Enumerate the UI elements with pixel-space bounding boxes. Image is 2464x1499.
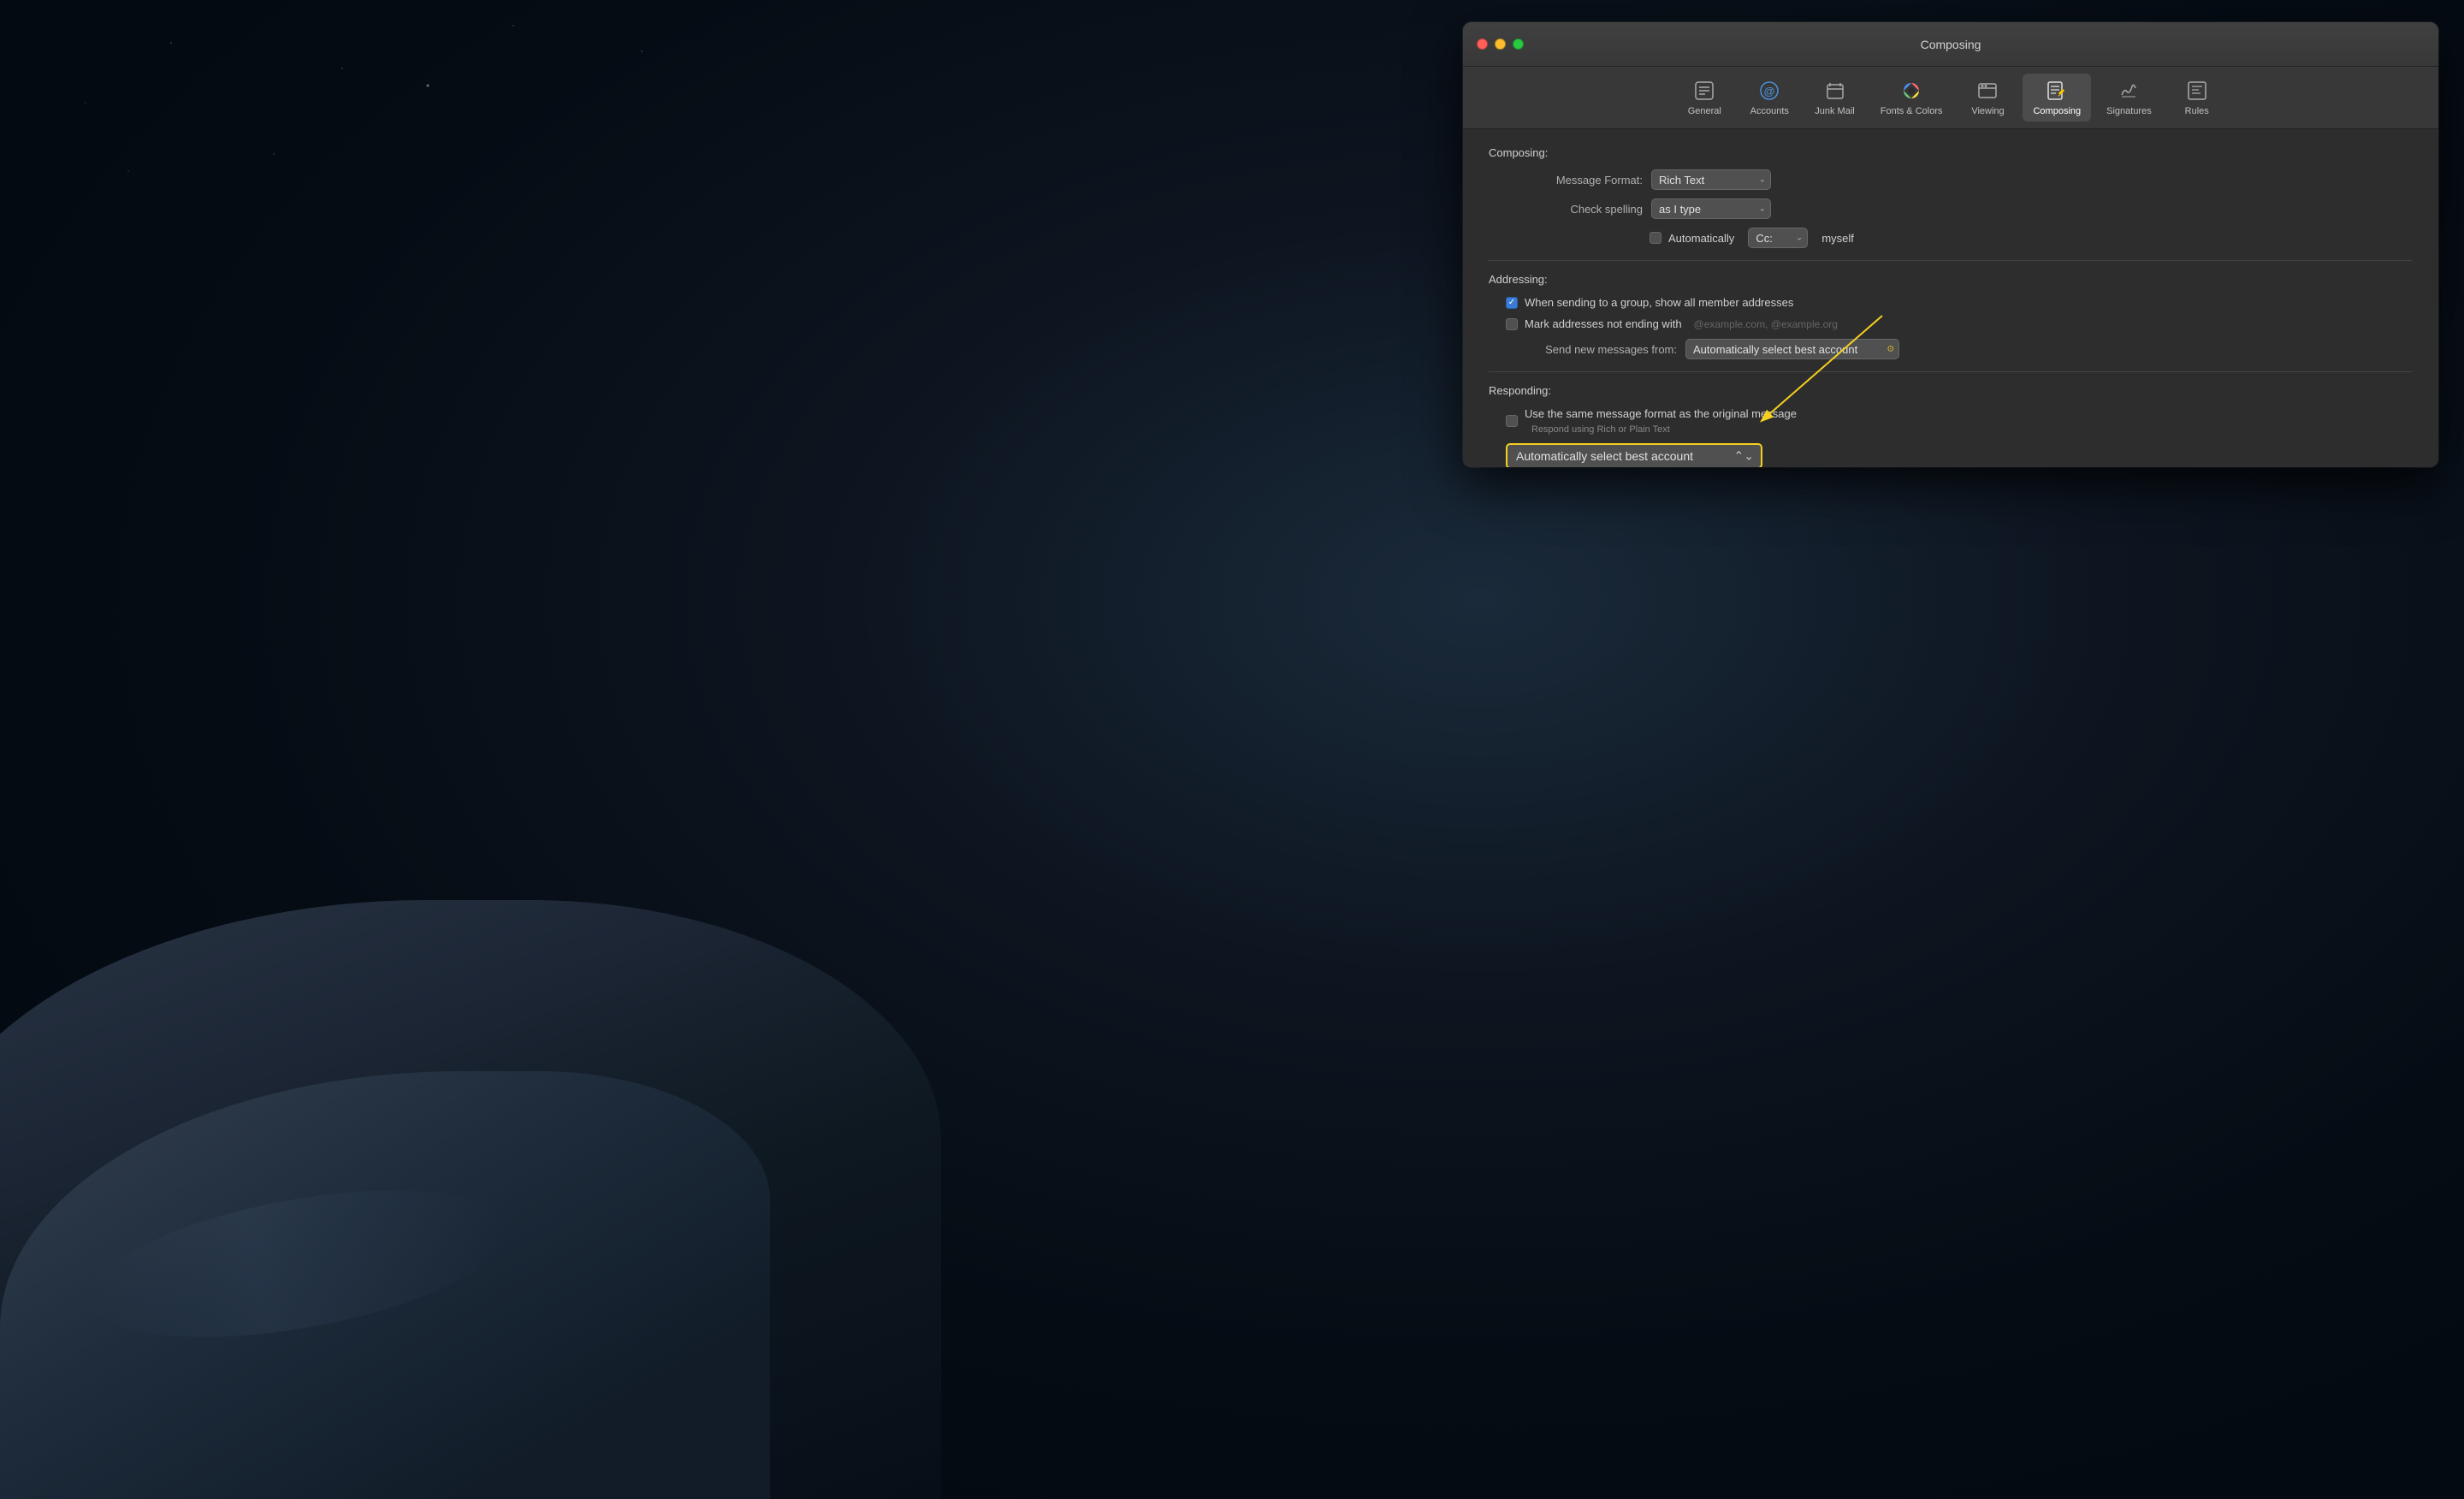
- mark-addresses-label: Mark addresses not ending with: [1525, 317, 1682, 330]
- rules-icon: [2185, 79, 2209, 103]
- cc-bcc-dropdown-wrapper: Cc: Bcc: ⌄: [1748, 228, 1808, 248]
- signatures-icon: [2117, 79, 2141, 103]
- toolbar-general[interactable]: General: [1674, 74, 1734, 121]
- fonts-colors-icon: [1899, 79, 1923, 103]
- svg-text:@: @: [1764, 85, 1775, 98]
- content-area: Composing: Message Format: Rich Text Pla…: [1463, 129, 2438, 467]
- rules-label: Rules: [2185, 106, 2209, 116]
- show-member-addresses-checkbox[interactable]: [1506, 297, 1518, 309]
- toolbar-composing[interactable]: Composing: [2023, 74, 2091, 121]
- same-format-label: Use the same message format as the origi…: [1525, 407, 1797, 420]
- featured-dropdown-value: Automatically select best account: [1516, 449, 1693, 463]
- cc-bcc-dropdown[interactable]: Cc: Bcc:: [1748, 228, 1808, 248]
- toolbar-fonts-colors[interactable]: Fonts & Colors: [1870, 74, 1953, 121]
- automatically-label: Automatically: [1668, 232, 1734, 245]
- viewing-icon: [1975, 79, 1999, 103]
- same-format-row: Use the same message format as the origi…: [1489, 407, 2413, 435]
- message-format-row: Message Format: Rich Text Plain Text ⌄: [1489, 169, 2413, 190]
- viewing-label: Viewing: [1971, 106, 2004, 116]
- same-format-text-group: Use the same message format as the origi…: [1525, 407, 1797, 435]
- junk-mail-label: Junk Mail: [1815, 106, 1854, 116]
- same-format-checkbox[interactable]: [1506, 415, 1518, 427]
- send-from-dropdown[interactable]: Automatically select best account: [1685, 339, 1899, 359]
- traffic-lights: [1477, 39, 1524, 50]
- fonts-colors-label: Fonts & Colors: [1881, 106, 1943, 116]
- addressing-section-title: Addressing:: [1489, 273, 2413, 286]
- minimize-button[interactable]: [1495, 39, 1506, 50]
- message-format-dropdown[interactable]: Rich Text Plain Text: [1651, 169, 1771, 190]
- window-title: Composing: [1921, 38, 1981, 51]
- mark-addresses-placeholder: @example.com, @example.org: [1694, 318, 1838, 330]
- automatically-checkbox[interactable]: [1650, 232, 1661, 244]
- close-button[interactable]: [1477, 39, 1488, 50]
- same-format-sublabel: Respond using Rich or Plain Text: [1531, 424, 1670, 435]
- featured-dropdown-arrow-icon: ⌃⌄: [1734, 449, 1754, 464]
- show-member-addresses-row: When sending to a group, show all member…: [1489, 296, 2413, 309]
- composing-window: Composing General @ Accounts: [1463, 22, 2438, 467]
- check-spelling-row: Check spelling as I type when I click Se…: [1489, 198, 2413, 219]
- toolbar-junk-mail[interactable]: Junk Mail: [1804, 74, 1864, 121]
- check-spelling-label: Check spelling: [1506, 203, 1643, 216]
- composing-label: Composing: [2033, 106, 2081, 116]
- general-icon: [1692, 79, 1716, 103]
- featured-dropdown-row: Automatically select best account ⌃⌄: [1489, 443, 2413, 467]
- send-from-label: Send new messages from:: [1506, 343, 1677, 356]
- show-member-addresses-label: When sending to a group, show all member…: [1525, 296, 1793, 309]
- automatically-row: Automatically Cc: Bcc: ⌄ myself: [1489, 228, 2413, 248]
- toolbar-signatures[interactable]: Signatures: [2096, 74, 2162, 121]
- composing-icon: [2045, 79, 2069, 103]
- general-label: General: [1688, 106, 1721, 116]
- maximize-button[interactable]: [1513, 39, 1524, 50]
- accounts-label: Accounts: [1750, 106, 1789, 116]
- signatures-label: Signatures: [2106, 106, 2152, 116]
- featured-dropdown[interactable]: Automatically select best account ⌃⌄: [1506, 443, 1762, 467]
- message-format-label: Message Format:: [1506, 174, 1643, 187]
- send-from-dropdown-wrapper: Automatically select best account ⊙: [1685, 339, 1899, 359]
- separator-1: [1489, 260, 2413, 261]
- myself-text: myself: [1821, 232, 1854, 245]
- check-spelling-dropdown[interactable]: as I type when I click Send never: [1651, 198, 1771, 219]
- junk-mail-icon: [1823, 79, 1847, 103]
- mark-addresses-row: Mark addresses not ending with @example.…: [1489, 317, 2413, 330]
- toolbar-rules[interactable]: Rules: [2167, 74, 2227, 121]
- send-from-row: Send new messages from: Automatically se…: [1489, 339, 2413, 359]
- title-bar: Composing: [1463, 22, 2438, 67]
- toolbar: General @ Accounts Junk Mail: [1463, 67, 2438, 129]
- message-format-dropdown-wrapper: Rich Text Plain Text ⌄: [1651, 169, 1771, 190]
- toolbar-viewing[interactable]: Viewing: [1958, 74, 2017, 121]
- composing-section-title: Composing:: [1489, 146, 2413, 159]
- check-spelling-dropdown-wrapper: as I type when I click Send never ⌄: [1651, 198, 1771, 219]
- responding-section-title: Responding:: [1489, 384, 2413, 397]
- accounts-icon: @: [1757, 79, 1781, 103]
- mark-addresses-checkbox[interactable]: [1506, 318, 1518, 330]
- toolbar-accounts[interactable]: @ Accounts: [1739, 74, 1799, 121]
- separator-2: [1489, 371, 2413, 372]
